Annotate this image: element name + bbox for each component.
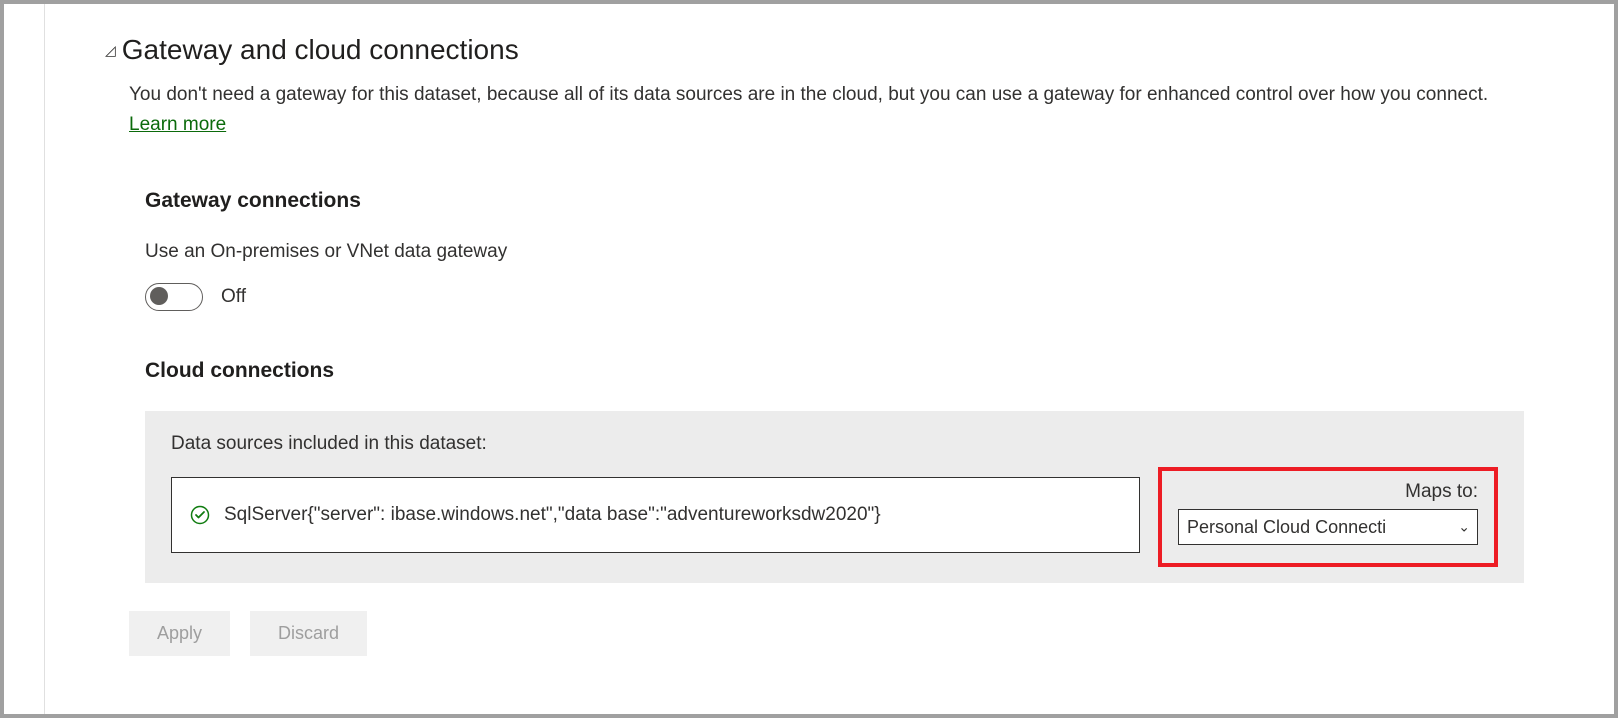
data-source-row: SqlServer{"server": ibase.windows.net","…	[171, 477, 1498, 553]
maps-to-select[interactable]: Personal Cloud Connecti	[1178, 509, 1478, 545]
data-source-text: SqlServer{"server": ibase.windows.net","…	[224, 501, 881, 530]
section-header[interactable]: ◿ Gateway and cloud connections	[105, 34, 1524, 66]
gateway-connections-title: Gateway connections	[145, 189, 1524, 213]
gateway-toggle-state: Off	[221, 286, 246, 308]
data-source-box: SqlServer{"server": ibase.windows.net","…	[171, 477, 1140, 553]
collapse-arrow-icon: ◿	[105, 42, 116, 59]
learn-more-link[interactable]: Learn more	[129, 114, 226, 135]
toggle-knob	[150, 287, 168, 305]
section-title: Gateway and cloud connections	[122, 34, 519, 66]
cloud-connections-section: Cloud connections Data sources included …	[145, 359, 1524, 583]
action-buttons: Apply Discard	[129, 611, 1524, 656]
cloud-connections-title: Cloud connections	[145, 359, 1524, 383]
gateway-connections-section: Gateway connections Use an On-premises o…	[145, 189, 1524, 311]
maps-to-label: Maps to:	[1178, 481, 1478, 503]
section-description: You don't need a gateway for this datase…	[129, 80, 1524, 141]
gateway-toggle[interactable]	[145, 283, 203, 311]
discard-button[interactable]: Discard	[250, 611, 367, 656]
data-sources-label: Data sources included in this dataset:	[171, 433, 1498, 455]
data-sources-panel: Data sources included in this dataset: S…	[145, 411, 1524, 583]
gateway-toggle-label: Use an On-premises or VNet data gateway	[145, 241, 1524, 263]
check-circle-icon	[190, 505, 210, 525]
description-text: You don't need a gateway for this datase…	[129, 84, 1488, 105]
apply-button[interactable]: Apply	[129, 611, 230, 656]
maps-to-highlight: Maps to: Personal Cloud Connecti ⌄	[1158, 467, 1498, 567]
